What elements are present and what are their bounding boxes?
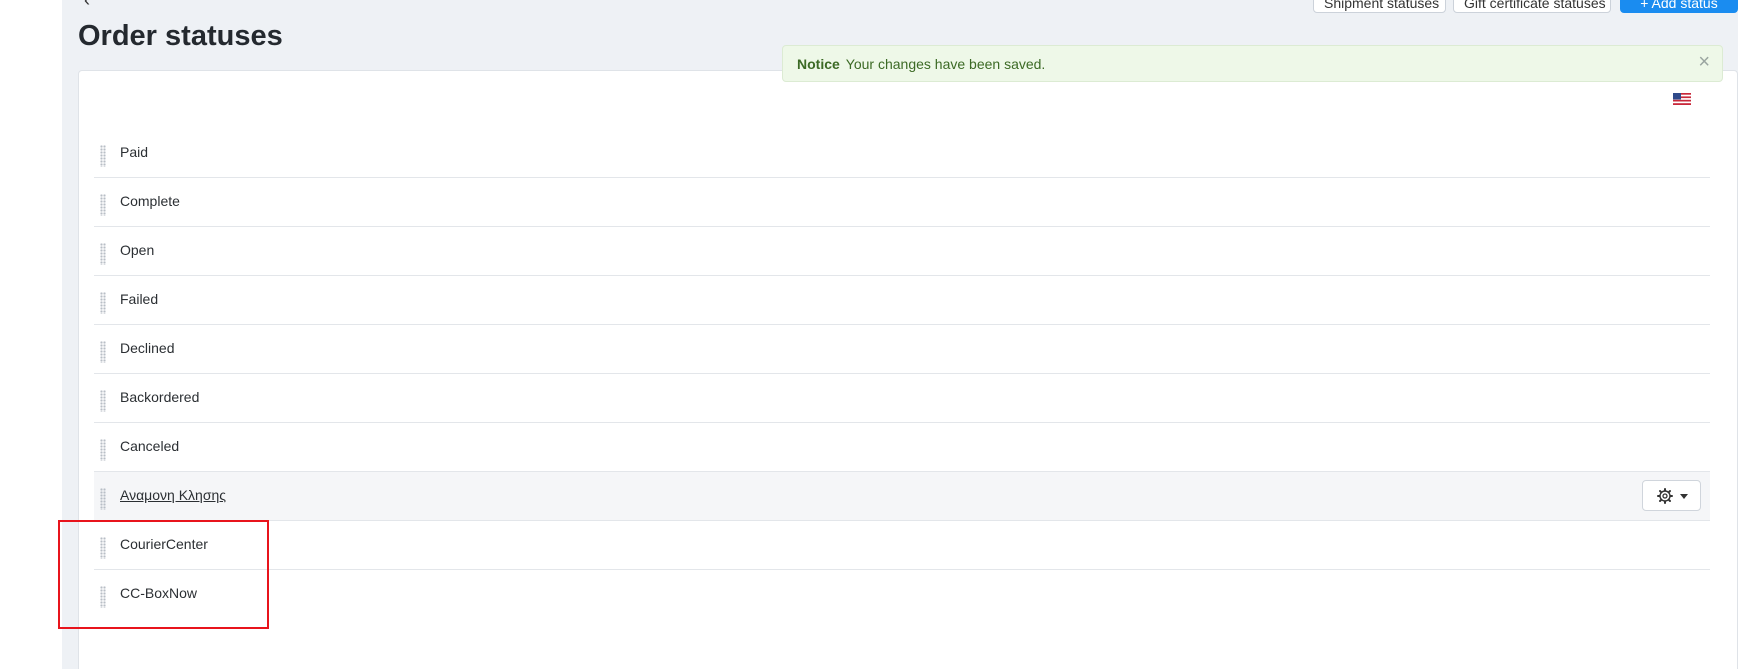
drag-handle-icon[interactable] [100, 341, 106, 363]
status-row[interactable]: CourierCenter [94, 521, 1710, 570]
status-row-hovered[interactable]: Αναμονη Κλησης [94, 472, 1710, 521]
status-row[interactable]: Open [94, 227, 1710, 276]
us-flag-icon[interactable] [1673, 93, 1691, 105]
status-label[interactable]: Declined [120, 340, 174, 356]
close-icon[interactable]: × [1698, 52, 1710, 72]
status-row[interactable]: Failed [94, 276, 1710, 325]
add-status-button[interactable]: + Add status [1620, 0, 1738, 13]
drag-handle-icon[interactable] [100, 243, 106, 265]
status-label[interactable]: Open [120, 242, 154, 258]
notice-message: Your changes have been saved. [845, 56, 1046, 72]
status-label[interactable]: Failed [120, 291, 158, 307]
shipment-statuses-button[interactable]: Shipment statuses [1313, 0, 1446, 13]
status-label[interactable]: Backordered [120, 389, 199, 405]
drag-handle-icon[interactable] [100, 488, 106, 510]
status-row[interactable]: Declined [94, 325, 1710, 374]
status-list: Paid Complete Open Failed Declined Backo… [94, 129, 1710, 619]
status-row[interactable]: CC-BoxNow [94, 570, 1710, 619]
status-row[interactable]: Canceled [94, 423, 1710, 472]
drag-handle-icon[interactable] [100, 194, 106, 216]
status-label-link[interactable]: Αναμονη Κλησης [120, 487, 226, 503]
drag-handle-icon[interactable] [100, 145, 106, 167]
status-label[interactable]: Canceled [120, 438, 179, 454]
status-label[interactable]: Paid [120, 144, 148, 160]
status-label[interactable]: Complete [120, 193, 180, 209]
settings-dropdown-button[interactable] [1642, 480, 1701, 511]
chevron-down-icon [1680, 494, 1688, 499]
drag-handle-icon[interactable] [100, 390, 106, 412]
notice-banner: Notice Your changes have been saved. × [782, 45, 1723, 82]
annotation-highlight-box [58, 520, 269, 629]
gear-icon [1657, 488, 1673, 504]
notice-title: Notice [797, 56, 840, 72]
status-row[interactable]: Paid [94, 129, 1710, 178]
status-row[interactable]: Backordered [94, 374, 1710, 423]
back-arrow-icon[interactable]: ‹ [84, 0, 90, 11]
page-title: Order statuses [78, 20, 283, 52]
drag-handle-icon[interactable] [100, 439, 106, 461]
status-row[interactable]: Complete [94, 178, 1710, 227]
gift-certificate-statuses-button[interactable]: Gift certificate statuses [1453, 0, 1611, 13]
drag-handle-icon[interactable] [100, 292, 106, 314]
